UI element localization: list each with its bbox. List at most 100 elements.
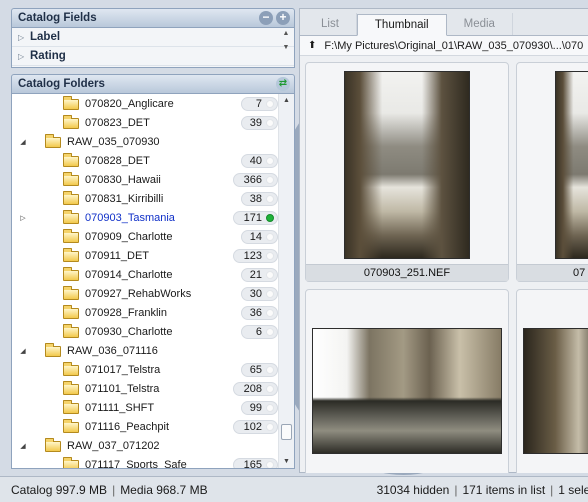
thumbnail-cell[interactable]: 070903_251.NEF (305, 62, 509, 282)
folder-open-icon (45, 343, 61, 357)
field-item-rating[interactable]: ▷ Rating (12, 47, 294, 66)
tree-folder-row[interactable]: 070820_Anglicare 7 (12, 94, 280, 113)
tab-media[interactable]: Media (447, 13, 513, 35)
folder-icon (63, 381, 79, 395)
status-dot-icon (266, 175, 274, 184)
status-separator: | (112, 482, 116, 497)
folder-name: 070911_DET (85, 249, 150, 262)
image-count: 102 (243, 420, 262, 433)
field-item-name: Rating (30, 50, 66, 62)
folder-name: 070831_Kirribilli (85, 192, 164, 205)
status-separator: | (550, 482, 554, 497)
scroll-up-icon[interactable]: ▲ (279, 94, 294, 108)
status-dot-icon (266, 251, 274, 260)
expand-arrow-icon[interactable]: ▷ (18, 214, 28, 222)
folder-icon (63, 191, 79, 205)
status-items-count: 171 items in list (462, 482, 546, 497)
photo-image (523, 328, 588, 454)
folder-icon (63, 362, 79, 376)
catalog-folders-title: Catalog Folders (18, 78, 105, 90)
left-panel: Catalog Fields − + ▦ ▷ Label ▷ Rating ▲▼… (11, 8, 548, 475)
image-count-badge: 21 (241, 267, 278, 282)
image-count-badge: 30 (241, 286, 278, 301)
image-count: 165 (243, 458, 262, 469)
folder-icon (63, 267, 79, 281)
status-separator: | (454, 482, 458, 497)
image-count: 36 (249, 306, 262, 319)
image-count-badge: 171 (233, 210, 278, 225)
tree-group-row[interactable]: ◢ RAW_035_070930 (12, 132, 280, 151)
image-count-badge: 14 (241, 229, 278, 244)
tree-folder-row[interactable]: 070831_Kirribilli 38 (12, 189, 280, 208)
catalog-folders-actions: ⇄ (276, 77, 290, 91)
image-count: 65 (249, 363, 262, 376)
catalog-fields-header[interactable]: Catalog Fields − + ▦ (11, 8, 548, 475)
expand-arrow-icon[interactable]: ▷ (18, 52, 30, 61)
image-count: 40 (249, 154, 262, 167)
fields-scrollbar[interactable]: ▲ ▼ (279, 30, 293, 66)
status-dot-active-icon (266, 213, 274, 222)
catalog-folders-header[interactable]: Catalog Folders ⇄ (11, 74, 295, 94)
image-count-badge: 208 (233, 381, 278, 396)
browser-panel: List Thumbnail Media ⬆ F:\My Pictures\Or… (299, 8, 588, 473)
folder-name: 070823_DET (85, 116, 150, 129)
folder-name: 070830_Hawaii (85, 173, 161, 186)
tree-folder-row[interactable]: 070823_DET 39 (12, 113, 280, 132)
add-icon[interactable]: + (276, 11, 290, 25)
tree-group-row[interactable]: ◢ RAW_036_071116 (12, 341, 280, 360)
folder-icon (63, 115, 79, 129)
tree-folder-row[interactable]: 070830_Hawaii 366 (12, 170, 280, 189)
folder-icon (63, 229, 79, 243)
field-item-label[interactable]: ▷ Label (12, 28, 294, 47)
collapse-icon[interactable]: − (259, 11, 273, 25)
tree-folder-row[interactable]: 071117_Sports_Safe 165 (12, 455, 280, 469)
scroll-down-icon[interactable]: ▼ (279, 455, 294, 468)
tree-group-row[interactable]: ◢ RAW_037_071202 (12, 436, 280, 455)
status-hidden-count: 31034 hidden (376, 482, 450, 497)
folder-icon (63, 419, 79, 433)
status-dot-icon (266, 232, 274, 241)
tree-folder-row[interactable]: 071111_SHFT 99 (12, 398, 280, 417)
image-count: 21 (249, 268, 262, 281)
status-catalog-size: Catalog 997.9 MB (11, 482, 108, 497)
image-count-badge: 123 (233, 248, 278, 263)
expanded-arrow-icon[interactable]: ◢ (18, 347, 28, 355)
tab-list[interactable]: List (304, 13, 357, 35)
field-item-name: Label (30, 31, 61, 43)
tree-folder-row[interactable]: 070930_Charlotte 6 (12, 322, 280, 341)
tree-folder-row[interactable]: 070909_Charlotte 14 (12, 227, 280, 246)
tree-folder-row[interactable]: 070927_RehabWorks 30 (12, 284, 280, 303)
folder-name: 070909_Charlotte (85, 230, 173, 243)
thumbnail-cell[interactable] (516, 289, 588, 473)
thumbnail-cell[interactable]: 07 (516, 62, 588, 282)
scroll-thumb[interactable] (281, 424, 292, 440)
sync-icon[interactable]: ⇄ (276, 77, 290, 91)
image-count-badge: 366 (233, 172, 278, 187)
image-count: 208 (243, 382, 262, 395)
expand-arrow-icon[interactable]: ▷ (18, 33, 30, 42)
thumbnail-cell[interactable] (305, 289, 509, 473)
folder-icon (63, 248, 79, 262)
image-count: 366 (243, 173, 262, 186)
tree-folder-row[interactable]: 070928_Franklin 36 (12, 303, 280, 322)
tree-folder-row[interactable]: ▷ 070903_Tasmania 171 (12, 208, 280, 227)
folder-tree-scrollbar[interactable]: ▲ ▼ (278, 94, 294, 468)
folder-name: 071117_Sports_Safe (85, 458, 187, 469)
tree-folder-row[interactable]: 070828_DET 40 (12, 151, 280, 170)
status-dot-icon (266, 365, 274, 374)
up-folder-icon[interactable]: ⬆ (308, 40, 316, 51)
tree-folder-row[interactable]: 071101_Telstra 208 (12, 379, 280, 398)
tree-folder-row[interactable]: 070914_Charlotte 21 (12, 265, 280, 284)
tab-thumbnail[interactable]: Thumbnail (356, 14, 447, 36)
status-dot-icon (266, 460, 274, 468)
status-dot-icon (266, 118, 274, 127)
image-count-badge: 39 (241, 115, 278, 130)
status-dot-icon (266, 99, 274, 108)
expanded-arrow-icon[interactable]: ◢ (18, 442, 28, 450)
tree-folder-row[interactable]: 071116_Peachpit 102 (12, 417, 280, 436)
image-count: 39 (249, 116, 262, 129)
thumbnail-caption: 07 (517, 264, 588, 281)
expanded-arrow-icon[interactable]: ◢ (18, 138, 28, 146)
tree-folder-row[interactable]: 071017_Telstra 65 (12, 360, 280, 379)
tree-folder-row[interactable]: 070911_DET 123 (12, 246, 280, 265)
